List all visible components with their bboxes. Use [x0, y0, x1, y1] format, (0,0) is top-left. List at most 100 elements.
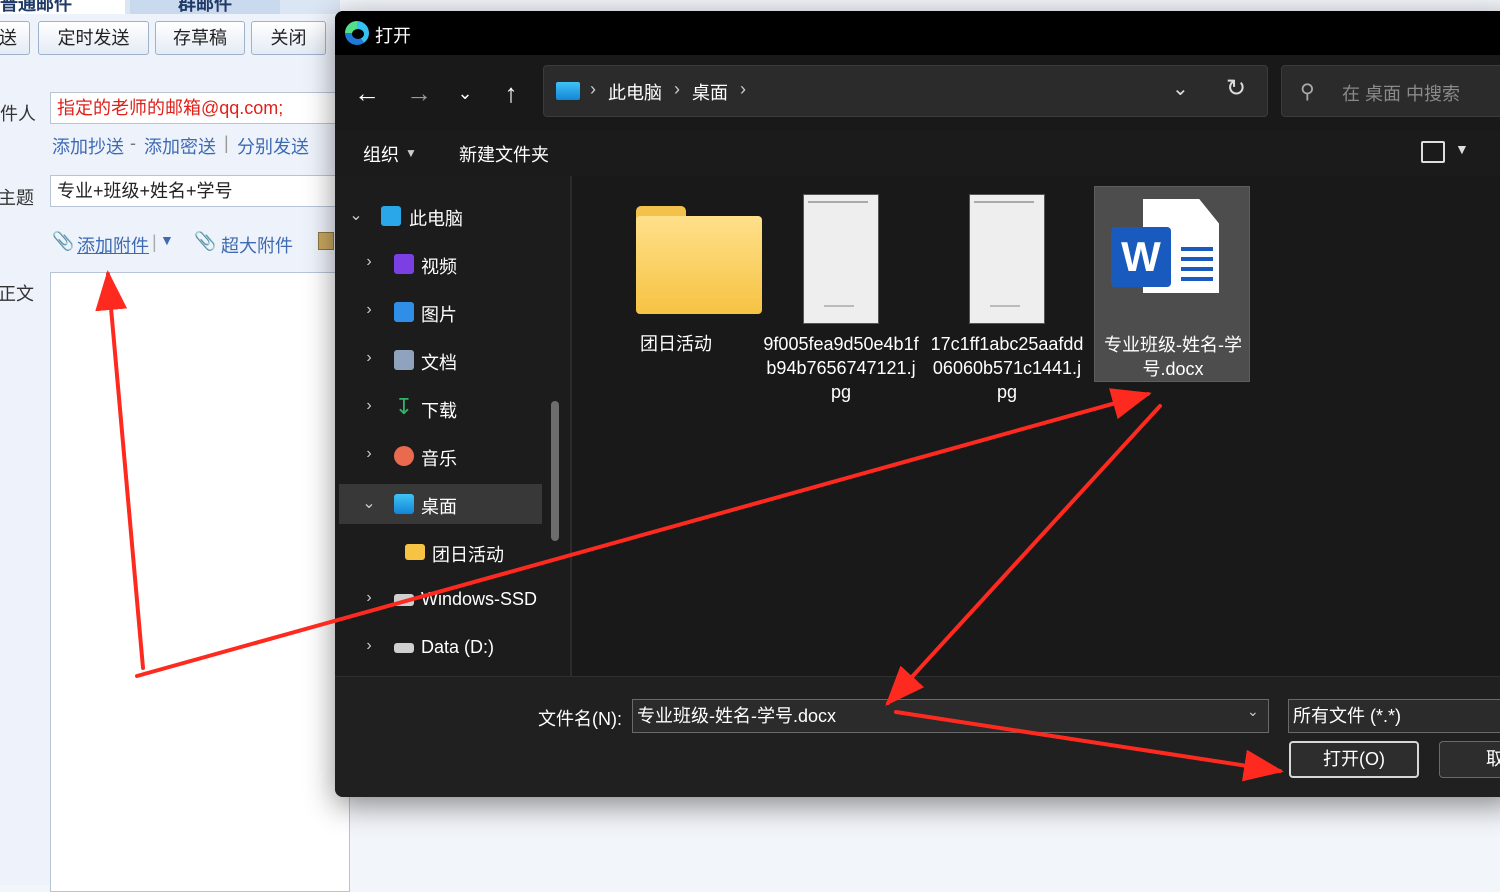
tree-item-team-activity-folder[interactable]: 团日活动 [335, 532, 550, 572]
tree-item-downloads[interactable]: › ↧ 下载 [335, 388, 550, 428]
image-thumbnail [803, 194, 879, 324]
tree-label: 下载 [421, 401, 457, 421]
download-icon: ↧ [394, 394, 414, 419]
add-bcc-link[interactable]: 添加密送 [144, 133, 216, 159]
tree-item-windows-ssd[interactable]: › Windows-SSD [335, 580, 550, 620]
tree-item-data-d[interactable]: › Data (D:) [335, 628, 550, 668]
tab-normal-mail[interactable]: 普通邮件 [0, 0, 125, 14]
subject-label: 主题 [0, 188, 34, 208]
tree-label: 视频 [421, 257, 457, 277]
chevron-right-icon[interactable]: › [362, 589, 376, 607]
chevron-right-icon[interactable]: › [362, 397, 376, 415]
file-item-image-2[interactable]: 17c1ff1abc25aafdd06060b571c1441.jpg [929, 186, 1085, 402]
tree-item-this-pc[interactable]: ⌄ 此电脑 [335, 196, 550, 236]
close-button[interactable]: 关闭 [251, 21, 326, 55]
up-arrow-icon[interactable]: ↑ [493, 75, 529, 111]
new-folder-button[interactable]: 新建文件夹 [459, 141, 549, 167]
file-name: 9f005fea9d50e4b1fb94b7656747121.jpg [763, 334, 919, 402]
chevron-right-icon[interactable]: › [362, 637, 376, 655]
file-item-word-docx[interactable]: W 专业班级-姓名-学号.docx [1094, 186, 1250, 382]
chevron-right-icon[interactable]: › [362, 445, 376, 463]
desktop-icon [394, 494, 414, 514]
attach-dropdown-icon[interactable]: ▼ [160, 232, 174, 248]
tree-label: 音乐 [421, 449, 457, 469]
view-mode-icon[interactable] [1421, 141, 1445, 163]
image-thumbnail [969, 194, 1045, 324]
refresh-icon[interactable]: ↻ [1226, 74, 1246, 103]
image-insert-icon[interactable] [318, 232, 334, 250]
search-box[interactable]: ⚲ 在 桌面 中搜索 [1281, 65, 1500, 117]
subject-field[interactable]: 专业+班级+姓名+学号 [50, 175, 350, 207]
search-icon: ⚲ [1300, 81, 1315, 103]
tree-label: 此电脑 [409, 209, 463, 229]
file-name: 17c1ff1abc25aafdd06060b571c1441.jpg [930, 334, 1084, 402]
breadcrumb-this-pc[interactable]: 此电脑 [608, 79, 662, 105]
tab-group-mail[interactable]: 群邮件 [130, 0, 280, 14]
tree-item-pictures[interactable]: › 图片 [335, 292, 550, 332]
open-button[interactable]: 打开(O) [1289, 741, 1419, 778]
large-attachment-link[interactable]: 超大附件 [221, 232, 293, 258]
file-name: 专业班级-姓名-学号.docx [1104, 335, 1242, 379]
breadcrumb-desktop[interactable]: 桌面 [692, 79, 728, 105]
paperclip-icon: 📎 [52, 231, 75, 251]
separate-send-link[interactable]: 分别发送 [237, 133, 309, 159]
recent-locations-chevron-icon[interactable]: ⌄ [447, 75, 483, 111]
file-item-folder[interactable]: 团日活动 [598, 186, 762, 382]
cancel-button[interactable]: 取消 [1439, 741, 1500, 778]
link-separator-dash: - [130, 133, 136, 153]
chevron-down-icon[interactable]: ⌄ [362, 493, 376, 513]
file-type-select[interactable]: 所有文件 (*.*) [1288, 699, 1500, 733]
attach-divider: | [152, 232, 157, 252]
dialog-footer: 文件名(N): 专业班级-姓名-学号.docx ⌄ 所有文件 (*.*) 打开(… [335, 676, 1500, 797]
file-item-image-1[interactable]: 9f005fea9d50e4b1fb94b7656747121.jpg [763, 186, 919, 402]
filename-input[interactable]: 专业班级-姓名-学号.docx [632, 699, 1269, 733]
forward-arrow-icon[interactable]: → [401, 75, 437, 111]
body-label: 正文 [0, 284, 34, 304]
edge-browser-icon [345, 21, 369, 45]
dialog-title: 打开 [375, 26, 411, 46]
tree-item-music[interactable]: › 音乐 [335, 436, 550, 476]
chevron-right-icon[interactable]: › [362, 253, 376, 271]
send-button[interactable]: 发送 [0, 21, 30, 55]
filename-dropdown-icon[interactable]: ⌄ [1247, 703, 1259, 720]
folder-icon [405, 544, 425, 560]
tree-item-documents[interactable]: › 文档 [335, 340, 550, 380]
command-bar: 组织 ▼ 新建文件夹 ▼ [335, 131, 1500, 177]
save-draft-button[interactable]: 存草稿 [155, 21, 245, 55]
organize-menu[interactable]: 组织 [363, 141, 399, 167]
add-attachment-link[interactable]: 添加附件 [77, 232, 149, 258]
address-dropdown-icon[interactable]: ⌄ [1172, 76, 1189, 101]
music-icon [394, 446, 414, 466]
tree-label: 团日活动 [432, 545, 504, 565]
add-cc-link[interactable]: 添加抄送 [52, 133, 124, 159]
folder-icon [636, 216, 762, 314]
organize-dropdown-icon[interactable]: ▼ [405, 146, 417, 160]
tree-label: Data (D:) [421, 637, 495, 657]
tree-label: 桌面 [421, 497, 457, 517]
recipient-field[interactable]: 指定的老师的邮箱@qq.com; [50, 92, 350, 124]
tree-item-desktop[interactable]: ⌄ 桌面 [339, 484, 542, 524]
tree-item-videos[interactable]: › 视频 [335, 244, 550, 284]
chevron-down-icon[interactable]: ⌄ [349, 205, 363, 225]
back-arrow-icon[interactable]: ← [349, 75, 385, 111]
scheduled-send-button[interactable]: 定时发送 [38, 21, 149, 55]
chevron-right-icon[interactable]: › [362, 301, 376, 319]
link-separator-pipe: | [224, 133, 229, 153]
address-bar[interactable]: › 此电脑 › 桌面 › ⌄ ↻ [543, 65, 1268, 117]
breadcrumb-separator-icon: › [590, 79, 596, 99]
mail-compose-page: 普通邮件 群邮件 发送 定时发送 存草稿 关闭 收件人 指定的老师的邮箱@qq.… [0, 0, 350, 892]
body-editor[interactable] [50, 272, 350, 892]
navigation-bar: ← → ⌄ ↑ › 此电脑 › 桌面 › ⌄ ↻ ⚲ 在 桌面 中搜索 [335, 55, 1500, 131]
drive-icon [394, 643, 414, 653]
navigation-scrollbar[interactable] [551, 401, 559, 541]
file-list: 团日活动 9f005fea9d50e4b1fb94b7656747121.jpg… [572, 176, 1500, 676]
recipient-label: 收件人 [0, 104, 36, 124]
file-name: 团日活动 [640, 334, 712, 354]
search-placeholder: 在 桌面 中搜索 [1342, 84, 1461, 104]
filename-label: 文件名(N): [538, 709, 622, 729]
chevron-right-icon[interactable]: › [362, 349, 376, 367]
picture-icon [394, 302, 414, 322]
pc-icon [556, 82, 580, 100]
video-icon [394, 254, 414, 274]
view-dropdown-icon[interactable]: ▼ [1455, 141, 1469, 157]
